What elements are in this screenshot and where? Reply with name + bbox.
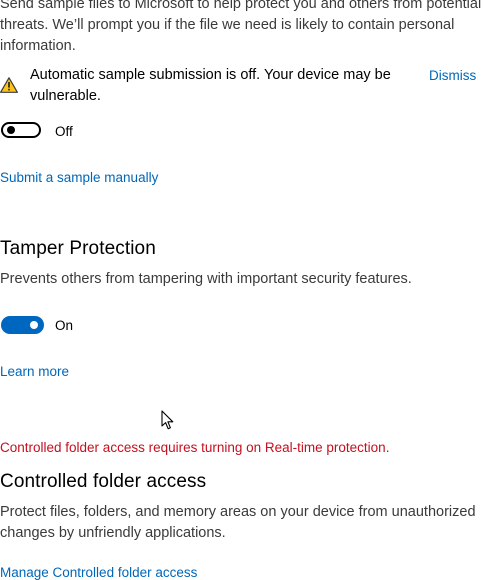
sample-submission-description: Send sample files to Microsoft to help p… <box>0 0 482 54</box>
toggle-knob <box>30 321 38 329</box>
sample-submission-toggle[interactable] <box>1 122 41 138</box>
mouse-pointer-icon <box>161 410 174 430</box>
manage-controlled-folder-access-link[interactable]: Manage Controlled folder access <box>0 563 197 580</box>
toggle-knob <box>7 126 15 134</box>
dismiss-link[interactable]: Dismiss <box>429 66 476 85</box>
sample-submission-toggle-state: Off <box>55 124 73 139</box>
warning-icon <box>0 77 18 93</box>
tamper-protection-toggle-state: On <box>55 318 74 333</box>
controlled-folder-access-error: Controlled folder access requires turnin… <box>0 440 390 455</box>
submit-sample-link[interactable]: Submit a sample manually <box>0 168 158 187</box>
tamper-protection-description: Prevents others from tampering with impo… <box>0 271 412 287</box>
tamper-protection-title: Tamper Protection <box>0 238 156 259</box>
controlled-folder-access-description: Protect files, folders, and memory areas… <box>0 504 476 541</box>
learn-more-link[interactable]: Learn more <box>0 362 69 381</box>
sample-submission-warning: Automatic sample submission is off. Your… <box>30 67 391 104</box>
tamper-protection-toggle[interactable] <box>1 316 44 334</box>
security-settings-page: Send sample files to Microsoft to help p… <box>0 0 496 580</box>
controlled-folder-access-title: Controlled folder access <box>0 471 207 492</box>
